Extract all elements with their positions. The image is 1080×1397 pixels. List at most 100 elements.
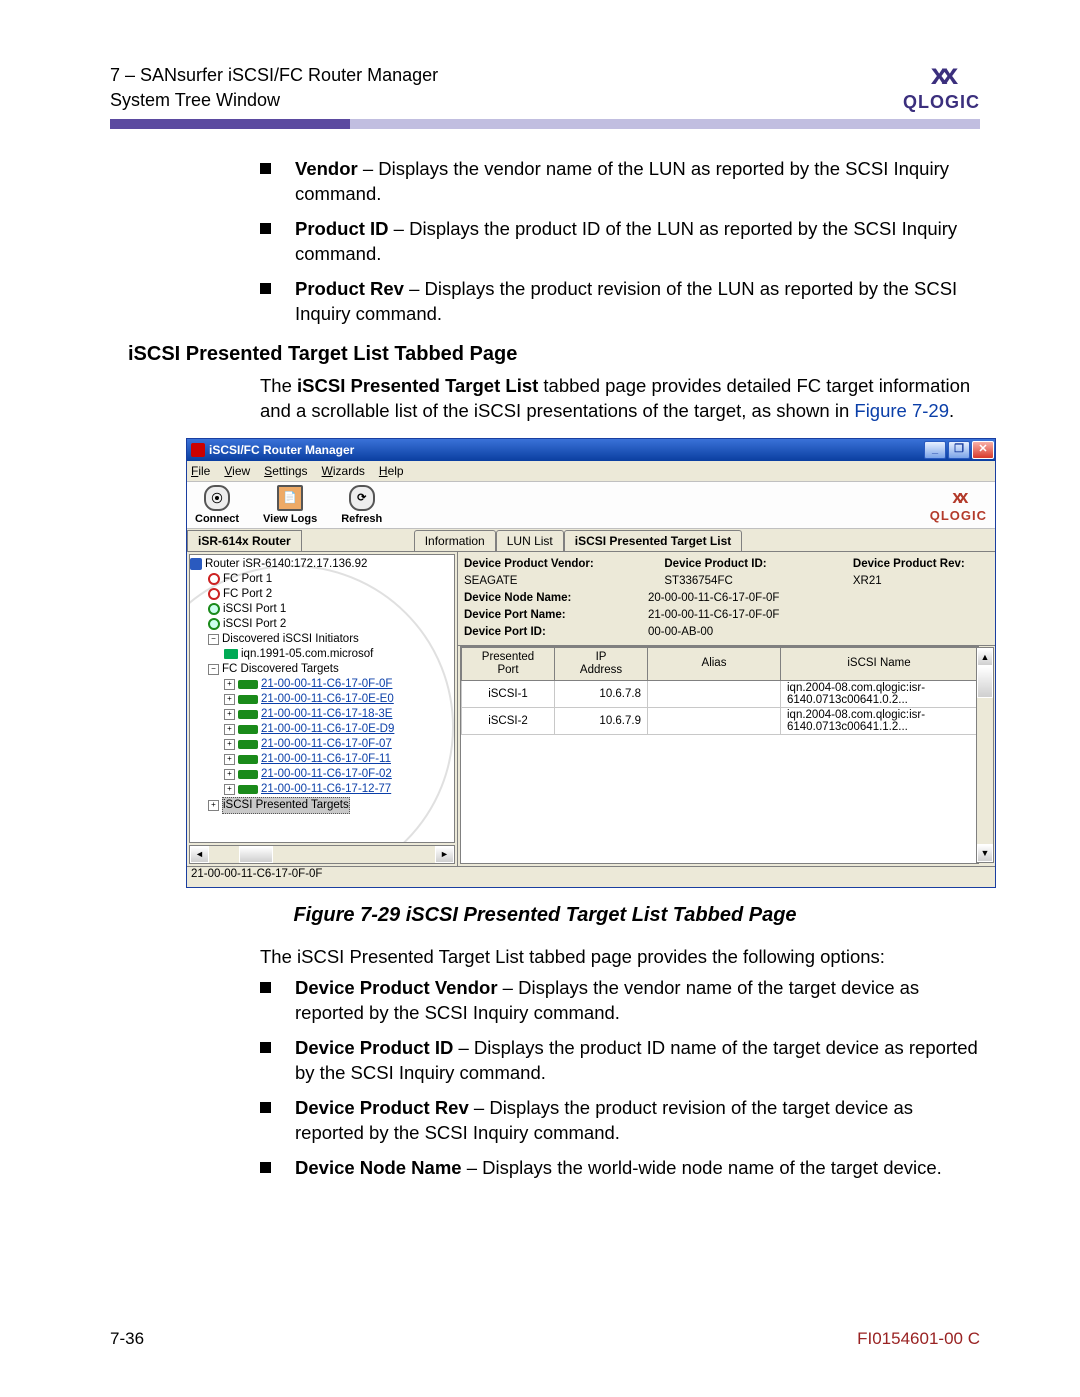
expand-icon[interactable]: +: [224, 679, 235, 690]
system-tree[interactable]: Router iSR-6140:172.17.136.92 FC Port 1 …: [189, 554, 455, 843]
figure-caption: Figure 7-29 iSCSI Presented Target List …: [110, 904, 980, 927]
tab-information[interactable]: Information: [414, 530, 496, 551]
port-icon: [208, 573, 220, 585]
col-ip-address[interactable]: IPAddress: [555, 647, 648, 680]
tree-target[interactable]: +21-00-00-11-C6-17-0F-02: [190, 767, 454, 782]
tree-port[interactable]: FC Port 2: [190, 587, 454, 602]
expand-icon[interactable]: +: [224, 784, 235, 795]
minimize-button[interactable]: _: [924, 441, 946, 459]
disk-icon: [238, 785, 258, 794]
tree-target[interactable]: +21-00-00-11-C6-17-0F-0F: [190, 677, 454, 692]
collapse-icon[interactable]: −: [208, 634, 219, 645]
device-tab[interactable]: iSR-614x Router: [187, 530, 302, 551]
menu-view[interactable]: View: [224, 464, 250, 478]
tab-iscsi-presented[interactable]: iSCSI Presented Target List: [564, 530, 743, 551]
bullet-icon: [260, 283, 271, 294]
tab-lunlist[interactable]: LUN List: [496, 530, 564, 551]
toolbar: ⦿ Connect 📄 View Logs ⟳ Refresh xxQLOGIC: [187, 482, 995, 529]
tree-target[interactable]: +21-00-00-11-C6-17-12-77: [190, 782, 454, 797]
menu-help[interactable]: Help: [379, 464, 404, 478]
status-bar: 21-00-00-11-C6-17-0F-0F: [187, 866, 995, 887]
grid-vscrollbar[interactable]: ▲ ▼: [976, 647, 994, 863]
menu-file[interactable]: File: [191, 464, 210, 478]
doc-number: FI0154601-00 C: [857, 1329, 980, 1349]
expand-icon[interactable]: +: [208, 800, 219, 811]
app-icon: [191, 443, 205, 457]
refresh-icon: ⟳: [349, 485, 375, 511]
tree-initiator-item[interactable]: iqn.1991-05.com.microsof: [190, 647, 454, 662]
tree-initiators[interactable]: −Discovered iSCSI Initiators: [190, 632, 454, 647]
menu-bar[interactable]: File View Settings Wizards Help: [187, 461, 995, 482]
logo-icon: xx: [903, 58, 980, 92]
viewlogs-button[interactable]: 📄 View Logs: [263, 485, 317, 525]
collapse-icon[interactable]: −: [208, 664, 219, 675]
tree-port[interactable]: iSCSI Port 1: [190, 602, 454, 617]
col-alias[interactable]: Alias: [648, 647, 781, 680]
bullet-icon: [260, 1102, 271, 1113]
refresh-button[interactable]: ⟳ Refresh: [341, 485, 382, 525]
tree-port[interactable]: iSCSI Port 2: [190, 617, 454, 632]
section-paragraph: The iSCSI Presented Target List tabbed p…: [260, 374, 980, 424]
device-info-block: Device Product Vendor: SEAGATE Device Pr…: [458, 552, 995, 646]
expand-icon[interactable]: +: [224, 709, 235, 720]
disk-icon: [238, 725, 258, 734]
tree-router-node[interactable]: Router iSR-6140:172.17.136.92: [190, 557, 454, 572]
presented-target-grid[interactable]: PresentedPort IPAddress Alias iSCSI Name…: [460, 646, 979, 864]
viewlogs-icon: 📄: [277, 485, 303, 511]
page-number: 7-36: [110, 1329, 144, 1349]
scroll-down-button[interactable]: ▼: [977, 844, 993, 862]
close-button[interactable]: ✕: [972, 441, 994, 459]
disk-icon: [238, 695, 258, 704]
expand-icon[interactable]: +: [224, 694, 235, 705]
tree-target[interactable]: +21-00-00-11-C6-17-0F-07: [190, 737, 454, 752]
tree-target[interactable]: +21-00-00-11-C6-17-0E-D9: [190, 722, 454, 737]
disk-icon: [238, 710, 258, 719]
top-bullet-list: Vendor – Displays the vendor name of the…: [260, 157, 980, 327]
bullet-icon: [260, 163, 271, 174]
header-line2: System Tree Window: [110, 88, 438, 113]
bullet-icon: [260, 1162, 271, 1173]
tree-target[interactable]: +21-00-00-11-C6-17-0F-11: [190, 752, 454, 767]
tree-target[interactable]: +21-00-00-11-C6-17-0E-E0: [190, 692, 454, 707]
scroll-right-button[interactable]: ►: [435, 846, 454, 863]
host-icon: [224, 649, 238, 659]
toolbar-logo: xxQLOGIC: [930, 487, 987, 523]
scroll-up-button[interactable]: ▲: [977, 648, 993, 666]
port-icon: [208, 618, 220, 630]
tree-target[interactable]: +21-00-00-11-C6-17-18-3E: [190, 707, 454, 722]
tree-port[interactable]: FC Port 1: [190, 572, 454, 587]
tree-iscsi-presented[interactable]: +iSCSI Presented Targets: [190, 797, 454, 814]
disk-icon: [238, 770, 258, 779]
bullet-icon: [260, 1042, 271, 1053]
disk-icon: [238, 755, 258, 764]
maximize-button[interactable]: ❐: [948, 441, 970, 459]
tree-hscrollbar[interactable]: ◄ ►: [189, 845, 455, 864]
scroll-left-button[interactable]: ◄: [190, 846, 209, 863]
connect-icon: ⦿: [204, 485, 230, 511]
header-rule: [110, 119, 980, 129]
after-figure-paragraph: The iSCSI Presented Target List tabbed p…: [260, 945, 980, 970]
tree-fctargets[interactable]: −FC Discovered Targets: [190, 662, 454, 677]
expand-icon[interactable]: +: [224, 754, 235, 765]
window-title: iSCSI/FC Router Manager: [209, 443, 354, 457]
menu-settings[interactable]: Settings: [264, 464, 307, 478]
col-presented-port[interactable]: PresentedPort: [462, 647, 555, 680]
after-bullet-list: Device Product Vendor – Displays the ven…: [260, 976, 980, 1181]
expand-icon[interactable]: +: [224, 769, 235, 780]
scroll-thumb[interactable]: [977, 666, 993, 698]
qlogic-logo: xx QLOGIC: [903, 58, 980, 113]
menu-wizards[interactable]: Wizards: [322, 464, 365, 478]
scroll-thumb[interactable]: [239, 846, 273, 863]
grid-row[interactable]: iSCSI-2 10.6.7.9 iqn.2004-08.com.qlogic:…: [462, 707, 978, 734]
figure-link[interactable]: Figure 7-29: [854, 400, 949, 421]
page-footer: 7-36 FI0154601-00 C: [110, 1329, 980, 1349]
grid-row[interactable]: iSCSI-1 10.6.7.8 iqn.2004-08.com.qlogic:…: [462, 680, 978, 707]
expand-icon[interactable]: +: [224, 739, 235, 750]
connect-button[interactable]: ⦿ Connect: [195, 485, 239, 525]
window-titlebar[interactable]: iSCSI/FC Router Manager _ ❐ ✕: [187, 439, 995, 461]
tab-bar: iSR-614x Router Information LUN List iSC…: [187, 529, 995, 552]
disk-icon: [238, 680, 258, 689]
section-heading: iSCSI Presented Target List Tabbed Page: [128, 343, 980, 366]
col-iscsi-name[interactable]: iSCSI Name: [781, 647, 978, 680]
expand-icon[interactable]: +: [224, 724, 235, 735]
